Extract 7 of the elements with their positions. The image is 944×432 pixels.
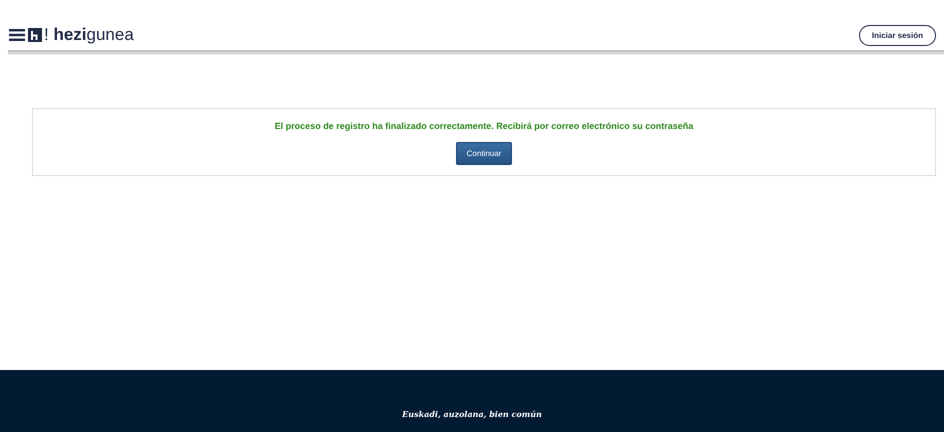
continue-button[interactable]: Continuar (456, 142, 512, 165)
menu-icon[interactable] (9, 29, 25, 41)
login-button[interactable]: Iniciar sesión (858, 24, 936, 46)
success-message: El proceso de registro ha finalizado correctamente. Recibirá por correo electrónico su contraseña (274, 121, 694, 131)
logo-icon (28, 28, 42, 42)
logo-text: ! hezigunea (44, 25, 134, 45)
footer-motto: Euskadi, auzolana, bien común (402, 409, 542, 419)
